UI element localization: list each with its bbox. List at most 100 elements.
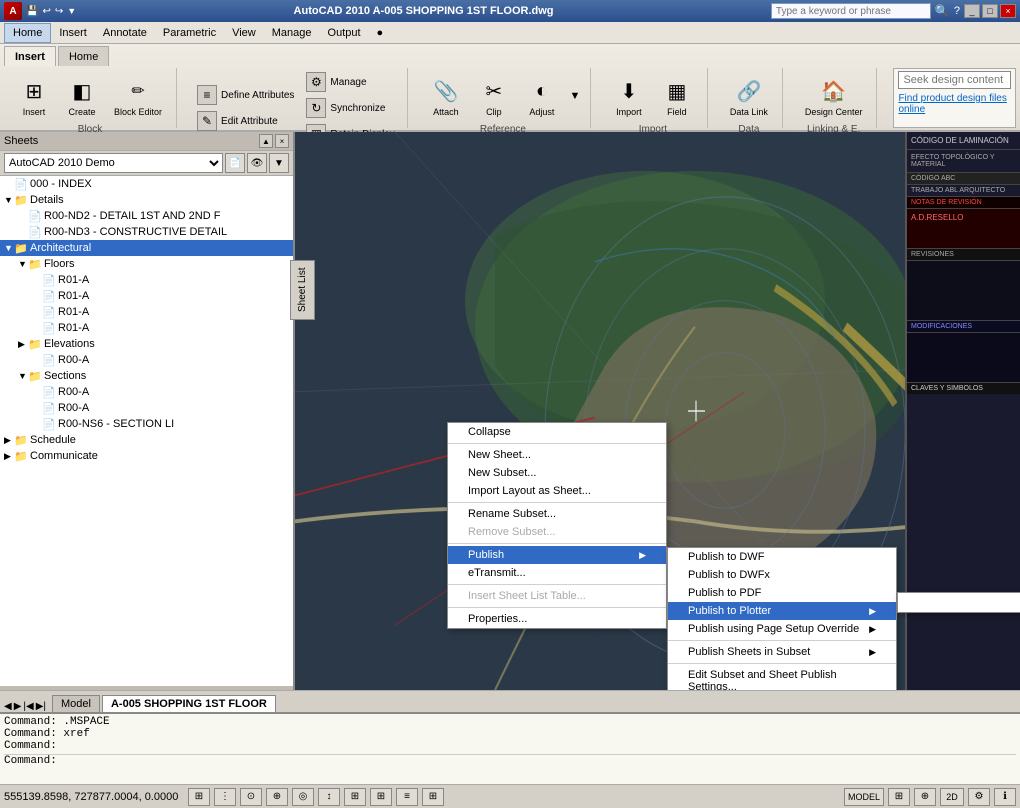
status-ortho-btn[interactable]: ⊙ xyxy=(240,788,262,806)
menu-home[interactable]: Home xyxy=(4,23,51,43)
btn-field[interactable]: ▦ Field xyxy=(655,70,699,122)
btn-insert[interactable]: ⊞ Insert xyxy=(12,70,56,122)
tab-a005[interactable]: A-005 SHOPPING 1ST FLOOR xyxy=(102,695,276,712)
sheet-up-btn[interactable]: ▲ xyxy=(259,134,273,148)
status-snap-btn[interactable]: ⋮ xyxy=(214,788,236,806)
ctx-pub-pdf[interactable]: Publish to PDF xyxy=(668,584,896,602)
tree-item-r00nd3[interactable]: 📄 R00-ND3 - CONSTRUCTIVE DETAIL xyxy=(0,224,293,240)
btn-synchronize[interactable]: ↻ Synchronize xyxy=(302,96,398,120)
panel-resize-handle[interactable] xyxy=(0,686,293,690)
menu-view[interactable]: View xyxy=(224,23,264,43)
status-dyn-btn[interactable]: ⊞ xyxy=(370,788,392,806)
btn-edit-attribute[interactable]: ✎ Edit Attribute xyxy=(193,109,298,133)
tree-item-communicate[interactable]: ▶ 📁 Communicate xyxy=(0,448,293,464)
ctx-collapse[interactable]: Collapse xyxy=(448,423,666,441)
ctx-remove-subset[interactable]: Remove Subset... xyxy=(448,523,666,541)
btn-design-center[interactable]: 🏠 Design Center xyxy=(799,70,869,122)
ctx-new-subset[interactable]: New Subset... xyxy=(448,464,666,482)
ctx-rename-subset[interactable]: Rename Subset... xyxy=(448,505,666,523)
btn-define-attributes[interactable]: ≡ Define Attributes xyxy=(193,83,298,107)
tab-home[interactable]: Home xyxy=(58,46,109,66)
sheet-view-btn[interactable]: 👁 xyxy=(247,153,267,173)
tree-item-r01a4[interactable]: 📄 R01-A xyxy=(0,320,293,336)
quick-access-undo[interactable]: ↩ xyxy=(42,6,50,17)
btn-block-editor[interactable]: ✏ Block Editor xyxy=(108,70,168,122)
tab-insert[interactable]: Insert xyxy=(4,46,56,66)
tree-item-r00a-sec1[interactable]: 📄 R00-A xyxy=(0,384,293,400)
design-content-label[interactable]: Find product design files online xyxy=(898,93,1011,115)
status-lweight-btn[interactable]: ≡ xyxy=(396,788,418,806)
tree-item-r00a-elev[interactable]: 📄 R00-A xyxy=(0,352,293,368)
menu-extra[interactable]: ● xyxy=(369,23,392,43)
ctx-etransmit[interactable]: eTransmit... xyxy=(448,564,666,582)
sheet-list-tab[interactable]: Sheet List xyxy=(290,260,315,320)
btn-more-ref[interactable]: ▼ xyxy=(568,90,582,102)
close-btn[interactable]: × xyxy=(1000,4,1016,18)
menu-output[interactable]: Output xyxy=(320,23,369,43)
quick-access-save[interactable]: 💾 xyxy=(26,6,38,17)
tree-item-r00a-sec2[interactable]: 📄 R00-A xyxy=(0,400,293,416)
quick-access-more[interactable]: ▼ xyxy=(67,6,76,16)
ctx-insert-sheet-list[interactable]: Insert Sheet List Table... xyxy=(448,587,666,605)
search-icon[interactable]: 🔍 xyxy=(935,4,950,18)
ctx-pub-dwf[interactable]: Publish to DWF xyxy=(668,548,896,566)
status-otrack-btn[interactable]: ↕ xyxy=(318,788,340,806)
quick-access-redo[interactable]: ↪ xyxy=(55,6,63,17)
tree-item-r01a2[interactable]: 📄 R01-A xyxy=(0,288,293,304)
status-grid-btn[interactable]: ⊞ xyxy=(188,788,210,806)
menu-parametric[interactable]: Parametric xyxy=(155,23,224,43)
tree-item-r00nd2[interactable]: 📄 R00-ND2 - DETAIL 1ST AND 2ND F xyxy=(0,208,293,224)
tab-first-btn[interactable]: |◀ xyxy=(23,701,33,712)
ctx-pub-subset[interactable]: Publish Sheets in Subset ▶ xyxy=(668,643,896,661)
sheet-set-dropdown[interactable]: AutoCAD 2010 Demo xyxy=(4,153,223,173)
design-content-search-input[interactable] xyxy=(898,71,1011,89)
status-layout-btn[interactable]: ⊞ xyxy=(888,788,910,806)
tree-item-schedule[interactable]: ▶ 📁 Schedule xyxy=(0,432,293,448)
menu-annotate[interactable]: Annotate xyxy=(95,23,155,43)
tab-model[interactable]: Model xyxy=(52,695,100,712)
new-sheet-btn[interactable]: 📄 xyxy=(225,153,245,173)
ctx-publish[interactable]: Publish ▶ xyxy=(448,546,666,564)
btn-attach[interactable]: 📎 Attach xyxy=(424,70,468,122)
status-zoom-btn[interactable]: ⊕ xyxy=(914,788,936,806)
ctx-pub-plotter[interactable]: Publish to Plotter ▶ xyxy=(668,602,896,620)
cmdline-input-area[interactable]: Command: xyxy=(4,754,1016,767)
window-controls[interactable]: _ □ × xyxy=(964,4,1016,18)
status-tmodel-btn[interactable]: ⊞ xyxy=(422,788,444,806)
btn-create[interactable]: ◧ Create xyxy=(60,70,104,122)
tree-item-floors[interactable]: ▼ 📁 Floors xyxy=(0,256,293,272)
ctx-new-sheet[interactable]: New Sheet... xyxy=(448,446,666,464)
status-info-btn[interactable]: ℹ xyxy=(994,788,1016,806)
keyword-search-input[interactable] xyxy=(771,3,931,19)
tab-prev-btn[interactable]: ◀ xyxy=(4,701,12,712)
btn-manage[interactable]: ⚙ Manage xyxy=(302,70,398,94)
ctx-import-layout[interactable]: Import Layout as Sheet... xyxy=(448,482,666,500)
tab-next-btn[interactable]: ▶ xyxy=(14,701,22,712)
ctx-pub-page-setup[interactable]: Publish using Page Setup Override ▶ xyxy=(668,620,896,638)
ctx-properties[interactable]: Properties... xyxy=(448,610,666,628)
btn-import[interactable]: ⬇ Import xyxy=(607,70,651,122)
tree-item-r00ns6[interactable]: 📄 R00-NS6 - SECTION LI xyxy=(0,416,293,432)
tree-item-r01a1[interactable]: 📄 R01-A xyxy=(0,272,293,288)
minimize-btn[interactable]: _ xyxy=(964,4,980,18)
tree-item-architectural[interactable]: ▼ 📁 Architectural xyxy=(0,240,293,256)
tree-item-sections[interactable]: ▼ 📁 Sections xyxy=(0,368,293,384)
status-model-btn[interactable]: MODEL xyxy=(844,788,884,806)
btn-adjust[interactable]: ◐ Adjust xyxy=(520,70,564,122)
menu-insert[interactable]: Insert xyxy=(51,23,95,43)
menu-manage[interactable]: Manage xyxy=(264,23,320,43)
tree-item-details[interactable]: ▼ 📁 Details xyxy=(0,192,293,208)
maximize-btn[interactable]: □ xyxy=(982,4,998,18)
btn-clip[interactable]: ✂ Clip xyxy=(472,70,516,122)
tree-item-000-index[interactable]: 📄 000 - INDEX xyxy=(0,176,293,192)
ctx-edit-subset[interactable]: Edit Subset and Sheet Publish Settings..… xyxy=(668,666,896,690)
sheet-options-btn[interactable]: ▼ xyxy=(269,153,289,173)
help-icon[interactable]: ? xyxy=(954,5,960,17)
status-gear-btn[interactable]: ⚙ xyxy=(968,788,990,806)
tab-last-btn[interactable]: ▶| xyxy=(36,701,46,712)
ctx-pub-dwfx[interactable]: Publish to DWFx xyxy=(668,566,896,584)
status-osnap-btn[interactable]: ◎ xyxy=(292,788,314,806)
btn-data-link[interactable]: 🔗 Data Link xyxy=(724,70,774,122)
status-ducs-btn[interactable]: ⊞ xyxy=(344,788,366,806)
status-polar-btn[interactable]: ⊕ xyxy=(266,788,288,806)
